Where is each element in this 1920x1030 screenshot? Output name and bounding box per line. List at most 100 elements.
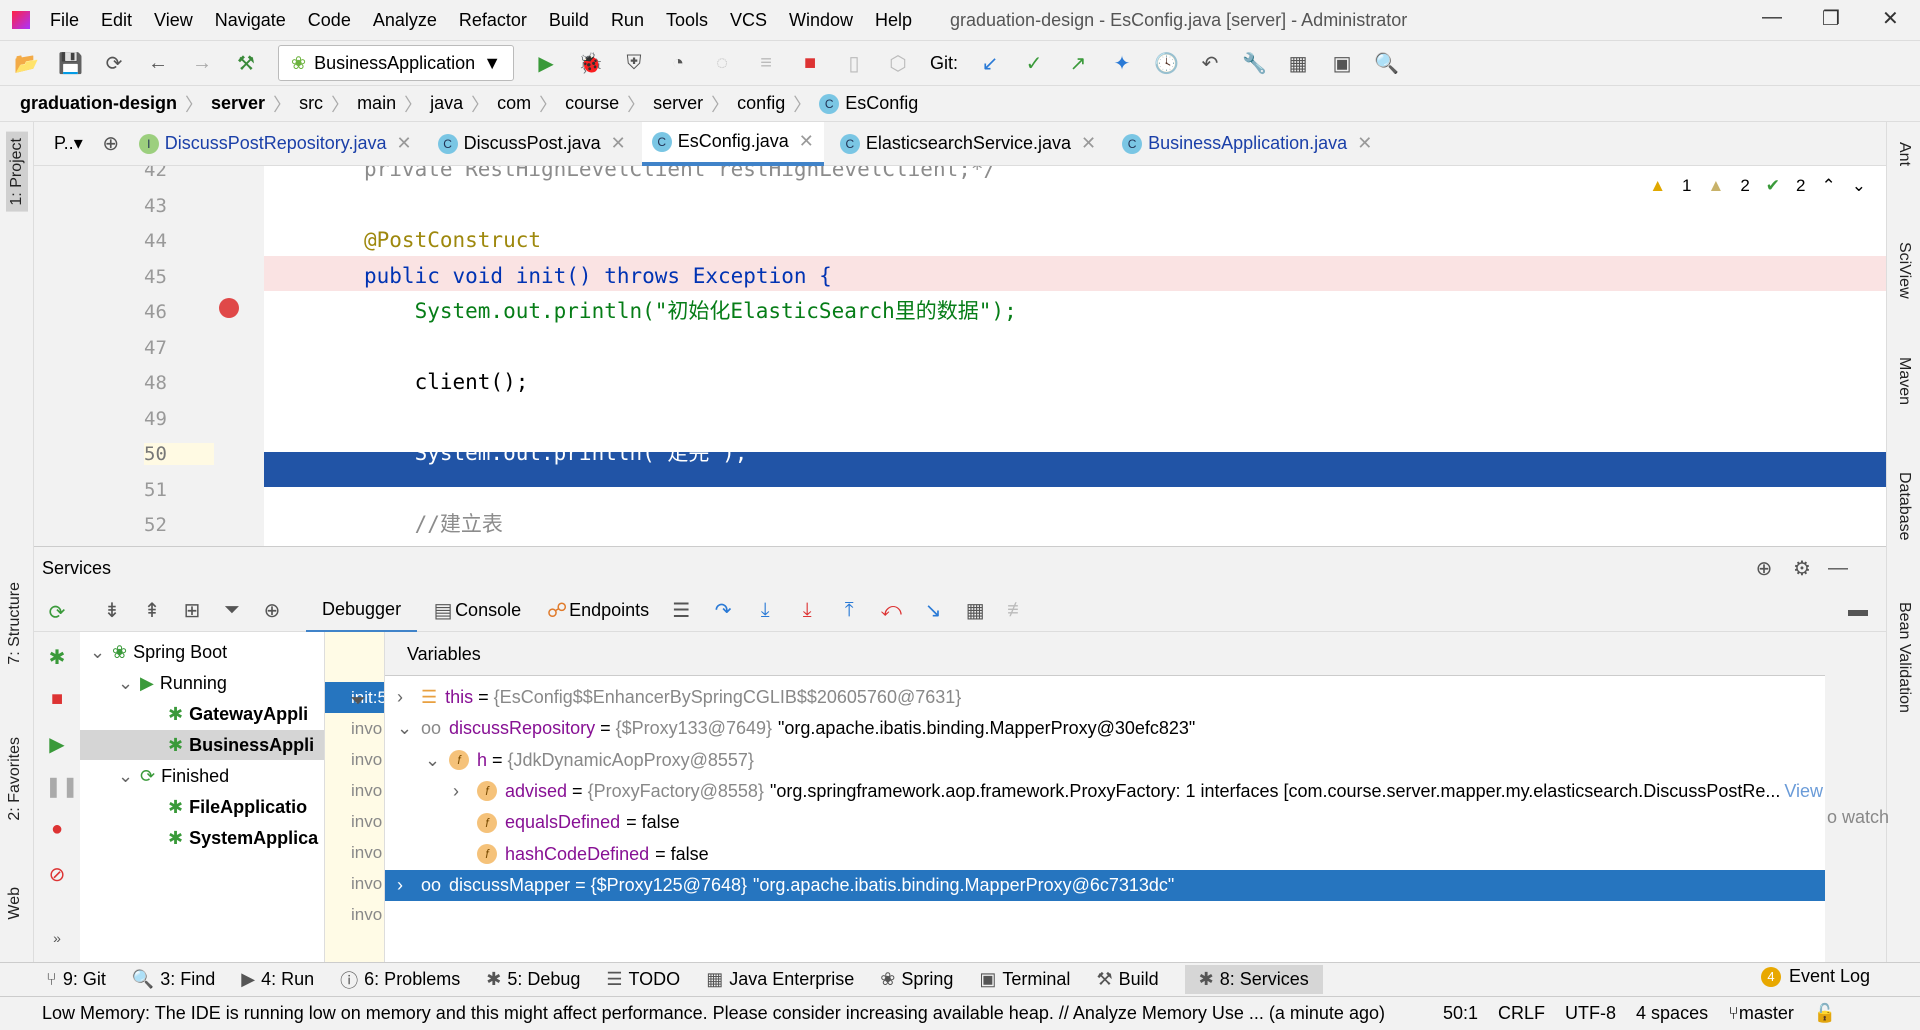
menu-run[interactable]: Run [611,10,644,31]
inspection-widget[interactable]: ▲ 1 ▲ 2 ✔ 2 ⌃ ⌄ [1649,176,1866,196]
caret-position[interactable]: 50:1 [1443,1003,1478,1024]
tool-window-button[interactable]: ⚒ Build [1096,969,1158,990]
tab-console[interactable]: ▤ Console [431,598,522,623]
view-link[interactable]: View [1784,781,1823,802]
service-tree-node[interactable]: ✱ BusinessAppli [80,730,324,760]
debug-icon[interactable]: 🐞 [578,51,603,76]
code-editor[interactable]: 42 43 44 45 46 47 48 49 50 51 52 private RestHighL… [34,166,1886,546]
service-tree-node[interactable]: ⌄ ▶ Running [118,668,227,698]
crumb-java[interactable]: java [430,93,463,114]
profile-icon[interactable]: ◔ [666,52,690,75]
menu-help[interactable]: Help [875,10,912,31]
structure-tool-button[interactable]: 7: Structure [6,582,24,665]
rerun-icon[interactable]: ⟳ [45,600,69,625]
close-icon[interactable]: ✕ [1882,6,1899,31]
crumb-com[interactable]: com [497,93,531,114]
variable-row[interactable]: › ☰ this = {EsConfig$$EnhancerBySpringCGLI… [385,682,1825,713]
run-icon[interactable]: ▶ [534,51,558,76]
menu-analyze[interactable]: Analyze [373,10,437,31]
step-out-icon[interactable]: ⤒ [837,599,861,622]
code-line[interactable]: //建立表 [264,507,1856,542]
stack-frame[interactable]: invo [325,744,384,775]
ant-tool-button[interactable]: Ant [1895,142,1913,166]
terminal-icon[interactable]: ▣ [1330,51,1354,76]
filter-icon[interactable]: ⏷ [350,690,366,713]
step-over-icon[interactable]: ↷ [711,598,735,623]
rollback-icon[interactable]: ↶ [1198,51,1222,76]
close-tab-icon[interactable]: ✕ [611,133,626,154]
code-line[interactable] [264,188,1856,223]
crumb-esconfig[interactable]: C EsConfig [819,93,918,114]
step-icon[interactable]: ≡ [754,52,778,75]
tool-window-button[interactable]: ✱ 5: Debug [486,969,580,990]
project-view-selector[interactable]: P..▾ [44,122,93,166]
stack-frame[interactable]: invo [325,837,384,868]
build-hammer-icon[interactable]: ⚒ [234,51,258,76]
tool-window-button[interactable]: ☰ TODO [606,969,680,990]
target-icon[interactable]: ⊕ [1752,556,1776,581]
variable-row[interactable]: › oo discussMapper = {$Proxy125@7648} "org.… [385,869,1825,901]
resume-icon[interactable]: ▶ [45,732,69,757]
code-line[interactable]: System.out.println("走完"); [264,436,1856,471]
force-step-into-icon[interactable]: ⤓ [795,599,819,622]
project-tool-button[interactable]: 1: Project [6,132,28,212]
drop-frame-icon[interactable]: ⤺ [879,599,903,622]
device-icon[interactable]: ▯ [842,51,866,76]
tab-esconfig[interactable]: C EsConfig.java ✕ [641,121,824,166]
git-update-icon[interactable]: ↙ [978,51,1002,76]
run-configuration-select[interactable]: ❀ BusinessApplication ▼ [278,45,515,81]
git-branch[interactable]: ⑂ master [1728,1003,1794,1024]
previous-highlight-icon[interactable]: ⌃ [1822,176,1836,196]
database-tool-button[interactable]: Database [1895,472,1913,541]
stack-frame[interactable]: invo [325,806,384,837]
locate-icon[interactable]: ⊕ [99,131,123,156]
code-line[interactable]: @PostConstruct [264,223,1856,258]
service-tree-node[interactable]: ✱ GatewayAppli [146,699,308,729]
crumb-server[interactable]: server [653,93,703,114]
tool-window-button[interactable]: ▦ Java Enterprise [706,969,854,990]
tab-debugger[interactable]: Debugger [306,589,418,633]
close-tab-icon[interactable]: ✕ [799,131,814,152]
tab-discusspostrepository[interactable]: I DiscussPostRepository.java ✕ [129,122,422,166]
crumb-course[interactable]: course [565,93,619,114]
status-message[interactable]: Low Memory: The IDE is running low on me… [42,1003,1385,1024]
menu-code[interactable]: Code [308,10,351,31]
tool-window-button[interactable]: 🔍 3: Find [132,969,215,990]
menu-refactor[interactable]: Refactor [459,10,527,31]
code-line[interactable] [264,330,1856,365]
minimize-icon[interactable]: — [1762,6,1782,29]
tool-window-button[interactable]: ⓘ 6: Problems [340,967,460,993]
expand-arrow-icon[interactable]: ⌄ [397,718,421,739]
tab-businessapplication[interactable]: C BusinessApplication.java ✕ [1112,122,1382,166]
breakpoint-icon[interactable] [219,298,239,318]
favorites-tool-button[interactable]: 2: Favorites [6,737,24,821]
expand-arrow-icon[interactable]: › [397,875,421,896]
crumb-src[interactable]: src [299,93,323,114]
settings-wrench-icon[interactable]: 🔧 [1242,51,1267,76]
close-tab-icon[interactable]: ✕ [1357,133,1372,154]
history-icon[interactable]: 🕓 [1154,51,1179,76]
expand-all-icon[interactable]: ⇟ [100,598,124,623]
project-structure-icon[interactable]: ▦ [1286,51,1310,76]
filter-icon[interactable]: ⏷ [220,599,244,622]
attach-icon[interactable]: ◌ [710,52,734,75]
close-tab-icon[interactable]: ✕ [1081,133,1096,154]
view-breakpoints-icon[interactable]: ● [45,818,69,841]
expand-arrow-icon[interactable]: ⌄ [118,673,134,694]
variable-row[interactable]: › f advised = {ProxyFactory@8558} "org.spri… [385,776,1825,807]
expand-arrow-icon[interactable]: ⌄ [90,642,106,663]
variable-row[interactable]: ⌄ f h = {JdkDynamicAopProxy@8557} [385,745,1825,776]
code-line[interactable] [264,401,1856,436]
tool-window-button[interactable]: ▣ Terminal [979,969,1070,990]
search-icon[interactable]: 🔍 [1374,51,1399,76]
tool-window-button[interactable]: ✱ 8: Services [1184,965,1323,994]
tool-window-button[interactable]: ⑂ 9: Git [46,969,106,990]
save-icon[interactable]: 💾 [58,51,83,76]
menu-navigate[interactable]: Navigate [215,10,286,31]
code-line[interactable]: private RestHighLevelClient restHighLeve… [264,166,1856,187]
expand-arrow-icon[interactable]: ⌄ [425,750,449,771]
git-commit-icon[interactable]: ✓ [1022,51,1046,76]
git-merge-icon[interactable]: ✦ [1110,51,1134,76]
frames-menu-icon[interactable]: ☰ [669,598,693,623]
menu-vcs[interactable]: VCS [730,10,767,31]
